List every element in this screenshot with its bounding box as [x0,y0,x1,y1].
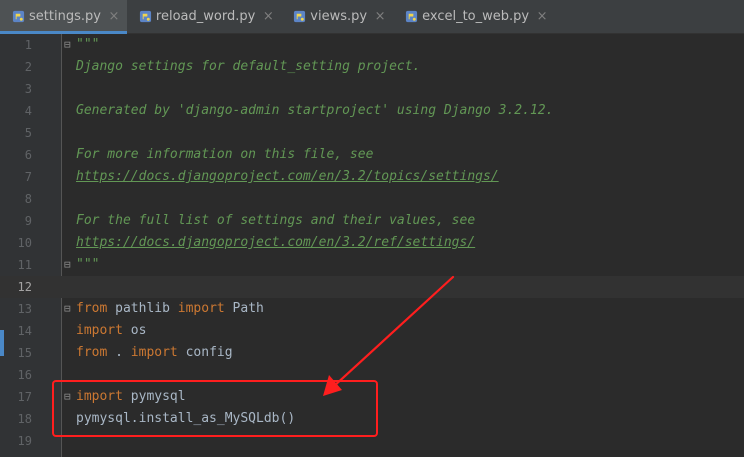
python-file-icon [139,10,151,23]
fold-marker-icon[interactable]: ⊟ [64,303,74,315]
code-line[interactable]: 11 ⊟ """ [0,254,744,276]
code-token: config [177,345,233,360]
code-text: Generated by 'django-admin startproject'… [76,103,554,118]
code-line[interactable]: 4 Generated by 'django-admin startprojec… [0,100,744,122]
line-number: 14 [17,324,32,338]
code-line[interactable]: 14 import os [0,320,744,342]
line-number: 7 [24,170,32,184]
code-token: import [130,345,178,360]
tab-excel-to-web-py[interactable]: excel_to_web.py × [393,0,555,33]
tab-label: views.py [310,9,368,24]
editor-tab-bar: settings.py × reload_word.py × views.py … [0,0,744,34]
code-line[interactable]: 1 ⊟ """ [0,34,744,56]
line-number: 17 [17,390,32,404]
close-icon[interactable]: × [535,10,549,23]
code-text: For the full list of settings and their … [76,213,476,228]
close-icon[interactable]: × [107,10,121,23]
docs-link[interactable]: https://docs.djangoproject.com/en/3.2/to… [76,166,499,188]
code-token: Path [224,301,264,316]
code-line[interactable]: 10 https://docs.djangoproject.com/en/3.2… [0,232,744,254]
code-token: pathlib [107,301,178,316]
code-token: from [76,345,108,360]
code-token: import [177,301,225,316]
line-number: 12 [17,280,32,294]
code-token: . [107,345,131,360]
python-file-icon [294,10,306,23]
line-number: 2 [24,60,32,74]
code-line[interactable]: 7 https://docs.djangoproject.com/en/3.2/… [0,166,744,188]
tab-views-py[interactable]: views.py × [281,0,393,33]
tab-reload-word-py[interactable]: reload_word.py × [127,0,281,33]
code-text: """ [76,37,100,52]
tab-settings-py[interactable]: settings.py × [0,0,127,34]
line-number: 15 [17,346,32,360]
code-text: """ [76,257,100,272]
line-number: 6 [24,148,32,162]
line-number: 18 [17,412,32,426]
code-line[interactable]: 15 from . import config [0,342,744,364]
docs-link[interactable]: https://docs.djangoproject.com/en/3.2/re… [76,232,475,254]
close-icon[interactable]: × [261,10,275,23]
code-line[interactable]: 3 [0,78,744,100]
tab-label: settings.py [29,9,101,24]
line-number: 10 [17,236,32,250]
line-number: 1 [24,38,32,52]
code-line[interactable]: 8 [0,188,744,210]
code-text: from pathlib import Path [76,298,264,320]
line-number: 8 [24,192,32,206]
code-line[interactable]: 2 Django settings for default_setting pr… [0,56,744,78]
red-annotation-box [52,380,378,437]
line-number: 4 [24,104,32,118]
line-number: 9 [24,214,32,228]
code-line[interactable]: 5 [0,122,744,144]
line-number: 11 [17,258,32,272]
code-text: For more information on this file, see [76,147,374,162]
code-line[interactable]: 9 For the full list of settings and thei… [0,210,744,232]
code-line[interactable]: 6 For more information on this file, see [0,144,744,166]
code-token: import [76,323,123,338]
line-number: 19 [17,434,32,448]
python-file-icon [406,10,418,23]
code-text: import os [76,320,146,342]
fold-marker-icon[interactable]: ⊟ [64,39,74,51]
current-code-line[interactable]: 12 [0,276,744,298]
code-token: os [122,323,147,338]
python-file-icon [12,10,25,23]
code-editor[interactable]: 1 ⊟ """ 2 Django settings for default_se… [0,34,744,457]
code-text: from . import config [76,342,233,364]
fold-marker-icon[interactable]: ⊟ [64,259,74,271]
tab-label: reload_word.py [155,9,256,24]
code-text: Django settings for default_setting proj… [76,59,421,74]
line-number: 13 [17,302,32,316]
close-icon[interactable]: × [373,10,387,23]
line-number: 5 [24,126,32,140]
ide-window: settings.py × reload_word.py × views.py … [0,0,744,457]
line-number: 3 [24,82,32,96]
tab-label: excel_to_web.py [422,9,530,24]
line-number: 16 [17,368,32,382]
code-line[interactable]: 13 ⊟ from pathlib import Path [0,298,744,320]
code-token: from [76,301,108,316]
